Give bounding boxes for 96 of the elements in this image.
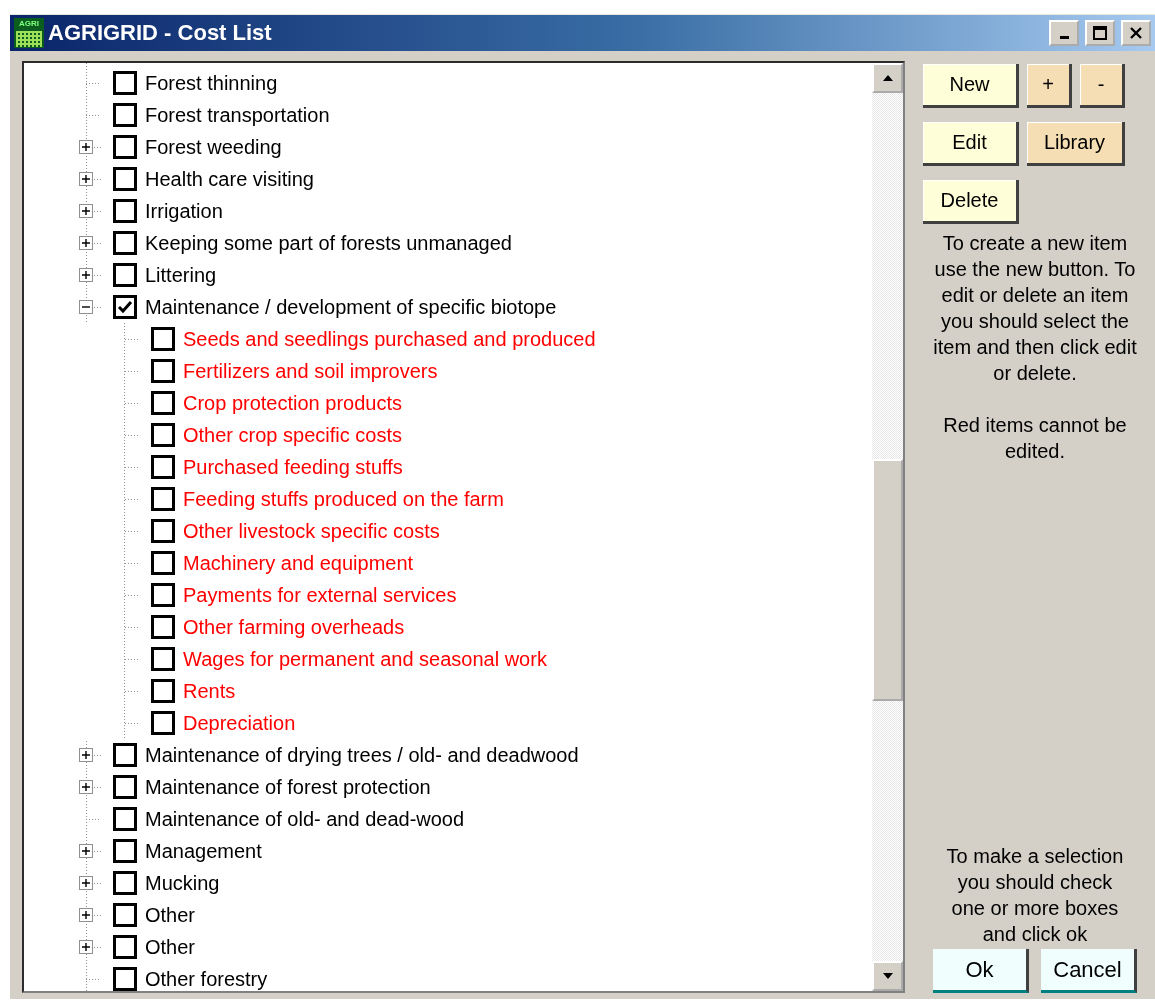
tree-item[interactable]: Littering bbox=[145, 263, 217, 287]
cancel-button[interactable]: Cancel bbox=[1041, 949, 1137, 993]
tree-item[interactable]: Other farming overheads bbox=[183, 615, 405, 639]
expand-icon[interactable] bbox=[79, 748, 93, 762]
tree-item[interactable]: Maintenance of old- and dead-wood bbox=[145, 807, 465, 831]
tree-item[interactable]: Other bbox=[145, 935, 196, 959]
app-icon: AGRI bbox=[14, 18, 44, 48]
tree-item[interactable]: Crop protection products bbox=[183, 391, 402, 415]
checkbox[interactable] bbox=[151, 647, 175, 671]
expand-icon[interactable] bbox=[79, 236, 93, 250]
checkbox[interactable] bbox=[113, 263, 137, 287]
tree-item[interactable]: Depreciation bbox=[183, 711, 296, 735]
close-icon bbox=[1129, 26, 1143, 40]
collapse-icon[interactable] bbox=[79, 300, 93, 314]
expand-icon[interactable] bbox=[79, 780, 93, 794]
tree-item[interactable]: Purchased feeding stuffs bbox=[183, 455, 403, 479]
tree-item[interactable]: Other crop specific costs bbox=[183, 423, 402, 447]
tree-item[interactable]: Mucking bbox=[145, 871, 220, 895]
checkbox[interactable] bbox=[151, 455, 175, 479]
tree-item[interactable]: Rents bbox=[183, 679, 236, 703]
checkbox[interactable] bbox=[113, 839, 137, 863]
checkbox[interactable] bbox=[113, 135, 137, 159]
checkbox[interactable] bbox=[113, 103, 137, 127]
checkbox[interactable] bbox=[151, 327, 175, 351]
tree-item[interactable]: Wages for permanent and seasonal work bbox=[183, 647, 547, 671]
expand-icon[interactable] bbox=[79, 940, 93, 954]
checkbox[interactable] bbox=[151, 423, 175, 447]
expand-icon[interactable] bbox=[79, 844, 93, 858]
tree-item[interactable]: Keeping some part of forests unmanaged bbox=[145, 231, 512, 255]
checkbox[interactable] bbox=[113, 935, 137, 959]
tool-button[interactable]: - bbox=[1080, 64, 1125, 108]
checkbox[interactable] bbox=[151, 359, 175, 383]
scrollbar[interactable] bbox=[872, 63, 903, 991]
selection-hint: To make a selection you should check one or more boxes and click ok bbox=[945, 844, 1125, 947]
expand-icon[interactable] bbox=[79, 172, 93, 186]
tree-item[interactable]: Other livestock specific costs bbox=[183, 519, 440, 543]
maximize-button[interactable] bbox=[1085, 20, 1115, 46]
checkbox[interactable] bbox=[113, 967, 137, 991]
tree-item[interactable]: Machinery and equipment bbox=[183, 551, 414, 575]
scroll-down-button[interactable] bbox=[872, 961, 903, 991]
checkbox[interactable] bbox=[151, 519, 175, 543]
expand-icon[interactable] bbox=[79, 268, 93, 282]
checkbox[interactable] bbox=[113, 807, 137, 831]
tree-item[interactable]: Forest thinning bbox=[145, 71, 278, 95]
tree-item[interactable]: Maintenance of drying trees / old- and deadwood bbox=[145, 743, 579, 767]
checkbox[interactable] bbox=[113, 871, 137, 895]
tree-item[interactable]: Management bbox=[145, 839, 262, 863]
tree-item[interactable]: Maintenance / development of specific biotope bbox=[145, 295, 557, 319]
minimize-button[interactable] bbox=[1049, 20, 1079, 46]
tree-item[interactable]: Irrigation bbox=[145, 199, 223, 223]
checkbox[interactable] bbox=[113, 743, 137, 767]
checkbox[interactable] bbox=[113, 71, 137, 95]
help-text: Red items cannot be edited. bbox=[942, 413, 1128, 464]
scroll-thumb[interactable] bbox=[872, 459, 903, 701]
checkbox[interactable] bbox=[113, 295, 137, 319]
action-button[interactable]: New bbox=[923, 64, 1019, 108]
checkbox[interactable] bbox=[151, 487, 175, 511]
expand-icon[interactable] bbox=[79, 908, 93, 922]
close-button[interactable] bbox=[1121, 20, 1151, 46]
scroll-up-button[interactable] bbox=[872, 63, 903, 93]
checkbox[interactable] bbox=[151, 679, 175, 703]
checkbox[interactable] bbox=[151, 551, 175, 575]
tree-item[interactable]: Forest transportation bbox=[145, 103, 330, 127]
checkbox[interactable] bbox=[151, 583, 175, 607]
expand-icon[interactable] bbox=[79, 204, 93, 218]
action-button[interactable]: Edit bbox=[923, 122, 1019, 166]
up-arrow-icon bbox=[881, 74, 894, 82]
tree-item[interactable]: Maintenance of forest protection bbox=[145, 775, 431, 799]
expand-icon[interactable] bbox=[79, 876, 93, 890]
checkbox[interactable] bbox=[113, 231, 137, 255]
help-text: To create a new item use the new button. To edit or delete an item you should select the item and then click edit or delete. bbox=[932, 231, 1138, 386]
tree-item[interactable]: Other bbox=[145, 903, 196, 927]
tree-item[interactable]: Feeding stuffs produced on the farm bbox=[183, 487, 504, 511]
minimize-icon bbox=[1059, 35, 1069, 39]
tree-item[interactable]: Health care visiting bbox=[145, 167, 314, 191]
tree-item[interactable]: Other forestry bbox=[145, 967, 268, 991]
checkbox[interactable] bbox=[151, 391, 175, 415]
checkbox[interactable] bbox=[113, 903, 137, 927]
tree-item[interactable]: Seeds and seedlings purchased and produced bbox=[183, 327, 596, 351]
checkbox[interactable] bbox=[113, 167, 137, 191]
expand-icon[interactable] bbox=[79, 140, 93, 154]
checkbox[interactable] bbox=[113, 199, 137, 223]
ok-button[interactable]: Ok bbox=[933, 949, 1029, 993]
tool-button[interactable]: Library bbox=[1027, 122, 1125, 166]
tree-item[interactable]: Fertilizers and soil improvers bbox=[183, 359, 438, 383]
maximize-icon bbox=[1092, 25, 1108, 41]
check-icon bbox=[117, 299, 133, 315]
tool-button[interactable]: + bbox=[1027, 64, 1072, 108]
checkbox[interactable] bbox=[113, 775, 137, 799]
tree-item[interactable]: Forest weeding bbox=[145, 135, 282, 159]
checkbox[interactable] bbox=[151, 711, 175, 735]
window-title: AGRIGRID - Cost List bbox=[48, 20, 273, 46]
action-button[interactable]: Delete bbox=[923, 180, 1019, 224]
tree-item[interactable]: Payments for external services bbox=[183, 583, 457, 607]
down-arrow-icon bbox=[881, 972, 894, 980]
checkbox[interactable] bbox=[151, 615, 175, 639]
